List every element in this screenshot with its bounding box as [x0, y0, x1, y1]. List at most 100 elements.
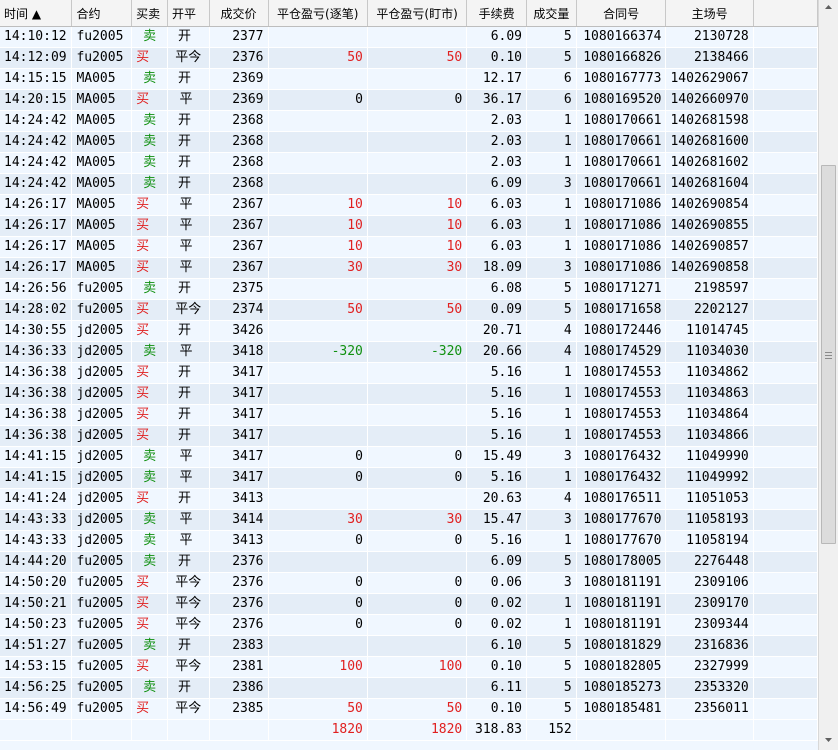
table-row[interactable]: 14:28:02 fu2005 买平今 2374 50 50 0.09 5 1080171658… [0, 299, 818, 321]
header-openclose[interactable]: 开平 [167, 0, 210, 27]
cell-qty: 1 [526, 215, 577, 237]
header-pnl-trade[interactable]: 平仓盈亏(逐笔) [268, 0, 368, 27]
cell-pnl-trade: 100 [268, 656, 368, 678]
cell-fee: 36.17 [466, 89, 527, 111]
header-fee[interactable]: 手续费 [466, 0, 527, 27]
cell-pnl-mark [367, 488, 468, 510]
cell-qty: 5 [526, 47, 577, 69]
table-row[interactable]: 14:50:23 fu2005 买平今 2376 0 0 0.02 1 1080181191 23… [0, 614, 818, 636]
table-row[interactable]: 14:26:17 MA005 买平 2367 10 10 6.03 1 1080171086 14… [0, 236, 818, 258]
cell-time: 14:30:55 [0, 320, 73, 342]
cell-price: 3413 [209, 530, 269, 552]
cell-filler [753, 341, 818, 363]
table-row[interactable]: 14:36:38 jd2005 买开 3417 5.16 1 1080174553 11034… [0, 425, 818, 447]
cell-contract-no: 1080181829 [576, 635, 667, 657]
cell-contract: jd2005 [71, 446, 133, 468]
cell-filler [753, 383, 818, 405]
cell-time: 14:56:25 [0, 677, 73, 699]
cell-fee: 20.63 [466, 488, 527, 510]
cell-price: 3417 [209, 362, 269, 384]
table-row[interactable]: 14:30:55 jd2005 买开 3426 20.71 4 1080172446 1101… [0, 320, 818, 342]
cell-fee: 12.17 [466, 68, 527, 90]
cell-price: 2368 [209, 152, 269, 174]
table-row[interactable]: 14:26:17 MA005 买平 2367 10 10 6.03 1 1080171086 14… [0, 215, 818, 237]
scrollbar-thumb[interactable] [821, 165, 836, 544]
table-row[interactable]: 14:12:09 fu2005 买平今 2376 50 50 0.10 5 1080166826… [0, 47, 818, 69]
table-row[interactable]: 14:43:33 jd2005 卖平 3413 0 0 5.16 1 1080177670 110… [0, 530, 818, 552]
cell-contract-no: 1080177670 [576, 530, 667, 552]
table-row[interactable]: 14:26:56 fu2005 卖开 2375 6.08 5 1080171271 21985… [0, 278, 818, 300]
cell-time: 14:12:09 [0, 47, 73, 69]
cell-pnl-trade: 30 [268, 257, 368, 279]
table-row[interactable]: 14:24:42 MA005 卖开 2368 2.03 1 1080170661 140268… [0, 152, 818, 174]
table-row[interactable]: 14:24:42 MA005 卖开 2368 2.03 1 1080170661 140268… [0, 131, 818, 153]
cell-contract-no: 1080174553 [576, 383, 667, 405]
table-row[interactable]: 14:36:38 jd2005 买开 3417 5.16 1 1080174553 11034… [0, 383, 818, 405]
table-row[interactable]: 14:15:15 MA005 卖开 2369 12.17 6 1080167773 14026… [0, 68, 818, 90]
cell-contract: fu2005 [71, 677, 133, 699]
table-row[interactable]: 14:44:20 fu2005 卖开 2376 6.09 5 1080178005 22764… [0, 551, 818, 573]
cell-contract: fu2005 [71, 593, 133, 615]
cell-openclose: 开 [167, 404, 210, 426]
cell-contract: jd2005 [71, 530, 133, 552]
table-row[interactable]: 14:20:15 MA005 买平 2369 0 0 36.17 6 1080169520 140… [0, 89, 818, 111]
cell-pnl-trade: 0 [268, 572, 368, 594]
table-row[interactable]: 14:51:27 fu2005 卖开 2383 6.10 5 1080181829 23168… [0, 635, 818, 657]
table-row[interactable]: 14:41:24 jd2005 买开 3413 20.63 4 1080176511 1105… [0, 488, 818, 510]
table-row[interactable]: 14:36:33 jd2005 卖平 3418 -320 -320 20.66 4 108017… [0, 341, 818, 363]
cell-side: 卖 [131, 341, 168, 363]
cell-side: 买 [131, 362, 168, 384]
table-row[interactable]: 14:41:15 jd2005 卖平 3417 0 0 15.49 3 1080176432 11… [0, 446, 818, 468]
cell-openclose: 平今 [167, 572, 210, 594]
header-contract-no[interactable]: 合同号 [576, 0, 667, 27]
cell-qty: 1 [526, 404, 577, 426]
cell-contract: MA005 [71, 173, 133, 195]
header-row: 时间 ▲ 合约 买卖 开平 成交价 平仓盈亏(逐笔) 平仓盈亏(盯市) 手续费 … [0, 0, 818, 27]
header-price[interactable]: 成交价 [209, 0, 269, 27]
cell-side: 卖 [131, 635, 168, 657]
header-side[interactable]: 买卖 [131, 0, 168, 27]
cell-openclose: 平今 [167, 614, 210, 636]
cell-openclose: 平今 [167, 47, 210, 69]
table-row[interactable]: 14:24:42 MA005 卖开 2368 2.03 1 1080170661 140268… [0, 110, 818, 132]
cell-filler [753, 635, 818, 657]
table-row[interactable]: 14:36:38 jd2005 买开 3417 5.16 1 1080174553 11034… [0, 404, 818, 426]
cell-side: 买 [131, 383, 168, 405]
vertical-scrollbar[interactable] [818, 0, 838, 750]
table-row[interactable]: 14:36:38 jd2005 买开 3417 5.16 1 1080174553 11034… [0, 362, 818, 384]
total-empty-cell [753, 719, 818, 741]
grip-icon [825, 351, 832, 361]
header-contract[interactable]: 合约 [71, 0, 133, 27]
cell-venue-no: 11049992 [665, 467, 754, 489]
total-fee: 318.83 [466, 719, 527, 741]
cell-openclose: 平 [167, 446, 210, 468]
header-pnl-mark[interactable]: 平仓盈亏(盯市) [367, 0, 468, 27]
table-row[interactable]: 14:26:17 MA005 买平 2367 10 10 6.03 1 1080171086 14… [0, 194, 818, 216]
table-row[interactable]: 14:53:15 fu2005 买平今 2381 100 100 0.10 5 10801828… [0, 656, 818, 678]
table-row[interactable]: 14:56:25 fu2005 卖开 2386 6.11 5 1080185273 23533… [0, 677, 818, 699]
cell-fee: 0.02 [466, 614, 527, 636]
header-qty[interactable]: 成交量 [526, 0, 577, 27]
header-time[interactable]: 时间 ▲ [0, 0, 73, 27]
cell-pnl-trade [268, 425, 368, 447]
cell-contract-no: 1080174553 [576, 404, 667, 426]
table-row[interactable]: 14:41:15 jd2005 卖平 3417 0 0 5.16 1 1080176432 110… [0, 467, 818, 489]
table-row[interactable]: 14:26:17 MA005 买平 2367 30 30 18.09 3 1080171086 1… [0, 257, 818, 279]
table-row[interactable]: 14:43:33 jd2005 卖平 3414 30 30 15.47 3 1080177670… [0, 509, 818, 531]
cell-qty: 1 [526, 467, 577, 489]
header-venue-no[interactable]: 主场号 [665, 0, 754, 27]
cell-qty: 5 [526, 299, 577, 321]
trade-rows: 14:10:12 fu2005 卖开 2377 6.09 5 1080166374 21307… [0, 26, 818, 741]
cell-fee: 6.09 [466, 26, 527, 48]
table-row[interactable]: 14:56:49 fu2005 买平今 2385 50 50 0.10 5 1080185481… [0, 698, 818, 720]
cell-pnl-mark [367, 173, 468, 195]
scroll-up-icon[interactable] [819, 0, 838, 17]
scroll-down-icon[interactable] [819, 733, 838, 750]
table-row[interactable]: 14:10:12 fu2005 卖开 2377 6.09 5 1080166374 21307… [0, 26, 818, 48]
cell-openclose: 开 [167, 383, 210, 405]
table-row[interactable]: 14:24:42 MA005 卖开 2368 6.09 3 1080170661 140268… [0, 173, 818, 195]
table-row[interactable]: 14:50:20 fu2005 买平今 2376 0 0 0.06 3 1080181191 23… [0, 572, 818, 594]
table-row[interactable]: 14:50:21 fu2005 买平今 2376 0 0 0.02 1 1080181191 23… [0, 593, 818, 615]
cell-side: 买 [131, 215, 168, 237]
cell-side: 买 [131, 299, 168, 321]
